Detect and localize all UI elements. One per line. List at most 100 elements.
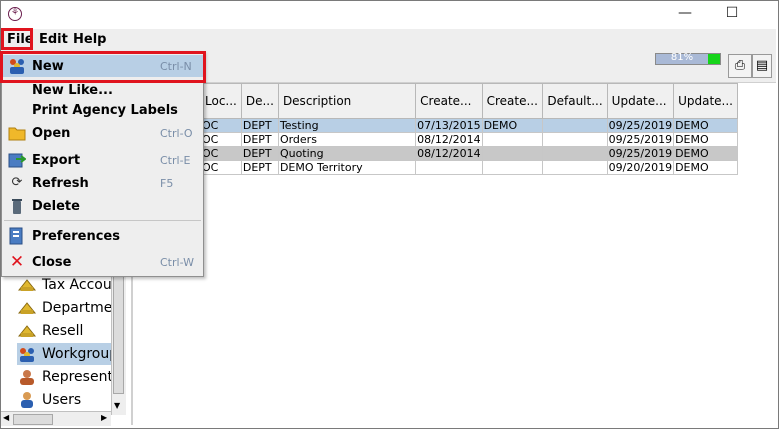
print-icon[interactable]: ⎙ (728, 54, 752, 78)
table-cell: DEMO (673, 118, 738, 133)
menu-help[interactable]: Help (70, 31, 109, 48)
table-cell (481, 146, 544, 161)
table-cell: 09/20/2019 (606, 160, 675, 175)
menu-edit[interactable]: Edit (36, 31, 71, 48)
menu-item-shortcut: Ctrl-O (160, 126, 193, 140)
menu-item-export[interactable]: Export Ctrl-E (2, 149, 203, 171)
table-cell: OC (200, 118, 242, 133)
menu-item-label: Open (32, 125, 71, 141)
file-menu-highlight (1, 28, 33, 50)
table-cell: DEPT (240, 160, 279, 175)
tree-item-tax-accounts[interactable]: Tax Accou (17, 274, 112, 296)
title-bar: ⚘ — ☐ (1, 1, 776, 29)
menu-item-shortcut: Ctrl-E (160, 153, 191, 167)
table-cell: OC (200, 132, 242, 147)
progress-indicator (708, 54, 720, 64)
menu-item-print-agency-labels[interactable]: Print Agency Labels (2, 99, 203, 121)
tree-item-label: Representi (42, 369, 117, 385)
table-row[interactable]: OC DEPT Testing 07/13/2015 DEMO 09/25/20… (200, 118, 738, 133)
table-cell (542, 132, 608, 147)
table-cell: DEMO (673, 146, 738, 161)
tree-item-users[interactable]: Users (17, 389, 81, 411)
menu-item-label: Delete (32, 198, 80, 214)
resell-icon (17, 322, 37, 340)
table-cell: 08/12/2014 (415, 132, 483, 147)
preferences-icon (8, 227, 26, 245)
table-cell (481, 132, 544, 147)
table-cell: 08/12/2014 (415, 146, 483, 161)
workgroup-icon (17, 345, 37, 363)
table-cell: OC (200, 146, 242, 161)
table-cell: DEMO Territory (277, 160, 417, 175)
col-header[interactable]: Default... (542, 83, 608, 119)
table-cell: Testing (277, 118, 417, 133)
menu-item-delete[interactable]: Delete (2, 195, 203, 217)
file-menu-dropdown: New Ctrl-N New Like... Print Agency Labe… (1, 51, 204, 277)
progress-text: 81% (670, 52, 694, 63)
tree-item-workgroups[interactable]: Workgroup (17, 343, 118, 365)
col-header[interactable]: Create... (481, 83, 544, 119)
tree-item-label: Users (42, 392, 82, 408)
table-cell (481, 160, 544, 175)
table-cell (542, 146, 608, 161)
menu-item-label: Export (32, 152, 81, 168)
tree-horizontal-scrollbar[interactable]: ◀ ▶ (1, 411, 111, 426)
table-row[interactable]: OC DEPT Quoting 08/12/2014 09/25/2019 DE… (200, 146, 738, 161)
close-icon: ✕ (9, 252, 25, 272)
table-cell: DEPT (240, 118, 279, 133)
col-header[interactable]: Update... (606, 83, 675, 119)
scrollbar-thumb[interactable] (13, 414, 53, 425)
user-icon (17, 391, 37, 409)
col-header[interactable]: Description (277, 83, 417, 119)
menu-item-preferences[interactable]: Preferences (2, 225, 203, 247)
tree-item-label: Departmer (42, 300, 119, 316)
table-cell: 09/25/2019 (606, 132, 675, 147)
tree-item-label: Workgroup (42, 346, 119, 362)
col-header[interactable]: De... (240, 83, 279, 119)
panel-icon[interactable]: ▤ (752, 54, 772, 78)
data-table: Loc... De... Description Create... Creat… (200, 83, 738, 175)
export-icon (8, 151, 27, 169)
tree-item-representatives[interactable]: Representi (17, 366, 117, 388)
table-cell (415, 160, 483, 175)
menu-item-refresh[interactable]: ⟳ Refresh F5 (2, 172, 203, 194)
menu-item-open[interactable]: Open Ctrl-O (2, 122, 203, 144)
folder-icon (8, 124, 26, 142)
table-cell (542, 160, 608, 175)
table-cell: 09/25/2019 (606, 146, 675, 161)
menu-item-label: Refresh (32, 175, 89, 191)
col-header[interactable]: Create... (415, 83, 483, 119)
table-row[interactable]: OC DEPT DEMO Territory 09/20/2019 DEMO (200, 160, 738, 175)
menu-separator (4, 220, 201, 221)
table-cell: DEPT (240, 146, 279, 161)
table-cell: 09/25/2019 (606, 118, 675, 133)
col-header[interactable]: Loc... (200, 83, 242, 119)
tree-item-resell[interactable]: Resell (17, 320, 83, 342)
menu-item-shortcut: Ctrl-W (160, 255, 194, 269)
col-header[interactable]: Update... (673, 83, 738, 119)
menu-item-shortcut: F5 (160, 176, 174, 190)
scroll-down-icon[interactable]: ▼ (114, 401, 120, 410)
table-cell: 07/13/2015 (415, 118, 483, 133)
menu-item-label: Close (32, 254, 72, 270)
table-cell: DEMO (673, 132, 738, 147)
menu-item-close[interactable]: ✕ Close Ctrl-W (2, 251, 203, 273)
scroll-right-icon[interactable]: ▶ (101, 413, 107, 422)
scrollbar-thumb[interactable] (113, 276, 124, 394)
maximize-button[interactable]: ☐ (717, 5, 747, 25)
table-cell: Orders (277, 132, 417, 147)
menu-item-label: Print Agency Labels (32, 102, 178, 118)
tree-vertical-scrollbar[interactable]: ▼ (111, 270, 126, 415)
tree-item-departments[interactable]: Departmer (17, 297, 118, 319)
table-row[interactable]: OC DEPT Orders 08/12/2014 09/25/2019 DEM… (200, 132, 738, 147)
memory-progress-bar: 81% (655, 52, 721, 65)
tree-item-label: Resell (42, 323, 84, 339)
scroll-left-icon[interactable]: ◀ (3, 413, 9, 422)
app-logo-icon: ⚘ (8, 7, 22, 21)
minimize-button[interactable]: — (670, 5, 700, 25)
trash-icon (8, 197, 26, 215)
menu-item-label: Preferences (32, 228, 120, 244)
table-cell: DEMO (481, 118, 544, 133)
table-cell (542, 118, 608, 133)
table-header-row: Loc... De... Description Create... Creat… (200, 83, 738, 119)
